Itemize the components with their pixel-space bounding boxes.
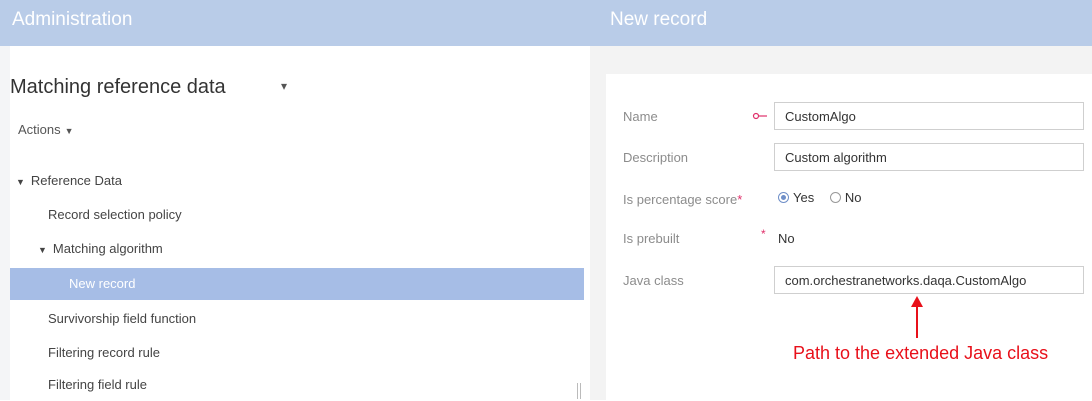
description-label: Description: [623, 150, 689, 165]
annotation-text: Path to the extended Java class: [793, 343, 1049, 363]
page-title: Matching reference data: [10, 76, 226, 98]
required-marker: *: [737, 192, 743, 207]
caret-down-icon: ▼: [64, 126, 74, 136]
radio-selected-icon: [778, 192, 789, 203]
admin-header-title: Administration: [12, 9, 133, 30]
top-header: Administration New record: [0, 0, 1092, 46]
percentage-score-text: Is percentage score: [623, 192, 738, 207]
tree-item-reference-data[interactable]: ▼ Reference Data: [10, 165, 584, 197]
tree-item-label: Filtering record rule: [48, 345, 160, 360]
tree-item-new-record[interactable]: New record: [10, 268, 584, 300]
new-record-header-title: New record: [610, 9, 708, 30]
radio-no-label: No: [844, 190, 862, 205]
triangle-down-icon[interactable]: ▼: [16, 177, 25, 187]
pane-resize-handle[interactable]: [577, 383, 581, 399]
pane-edge: [0, 46, 10, 400]
tree-item-label: Filtering field rule: [48, 377, 147, 392]
triangle-down-icon[interactable]: ▼: [38, 245, 47, 255]
name-input[interactable]: CustomAlgo: [774, 102, 1084, 130]
actions-label: Actions: [18, 122, 61, 137]
tree-item-survivorship-field-function[interactable]: Survivorship field function: [10, 303, 584, 335]
required-marker: *: [761, 227, 766, 241]
radio-no[interactable]: No: [829, 190, 862, 205]
percentage-score-radio-group: Yes No: [778, 190, 861, 205]
arrow-up-icon: [911, 296, 923, 338]
caret-down-icon[interactable]: ▾: [281, 79, 287, 93]
tree-item-matching-algorithm[interactable]: ▼ Matching algorithm: [10, 233, 584, 265]
description-input[interactable]: Custom algorithm: [774, 143, 1084, 171]
name-label: Name: [623, 109, 658, 124]
tree-item-label: Matching algorithm: [52, 241, 163, 256]
tree-item-label: Record selection policy: [48, 207, 182, 222]
tree-item-filtering-record-rule[interactable]: Filtering record rule: [10, 337, 584, 369]
java-class-label: Java class: [623, 273, 684, 288]
tree-item-label: New record: [69, 276, 136, 291]
pointer-icon: [752, 112, 767, 120]
radio-empty-icon: [829, 192, 841, 203]
tree-item-filtering-field-rule[interactable]: Filtering field rule: [10, 369, 584, 401]
actions-menu-button[interactable]: Actions ▼: [18, 122, 74, 137]
prebuilt-label: Is prebuilt: [623, 231, 680, 246]
prebuilt-value: No: [778, 231, 795, 246]
radio-yes-label: Yes: [793, 190, 815, 205]
radio-yes[interactable]: Yes: [778, 190, 814, 205]
tree-item-label: Survivorship field function: [48, 311, 197, 326]
tree-item-record-selection-policy[interactable]: Record selection policy: [10, 199, 584, 231]
tree-item-label: Reference Data: [30, 173, 122, 188]
java-class-input[interactable]: com.orchestranetworks.daqa.CustomAlgo: [774, 266, 1084, 294]
percentage-score-label: Is percentage score*: [623, 192, 742, 207]
